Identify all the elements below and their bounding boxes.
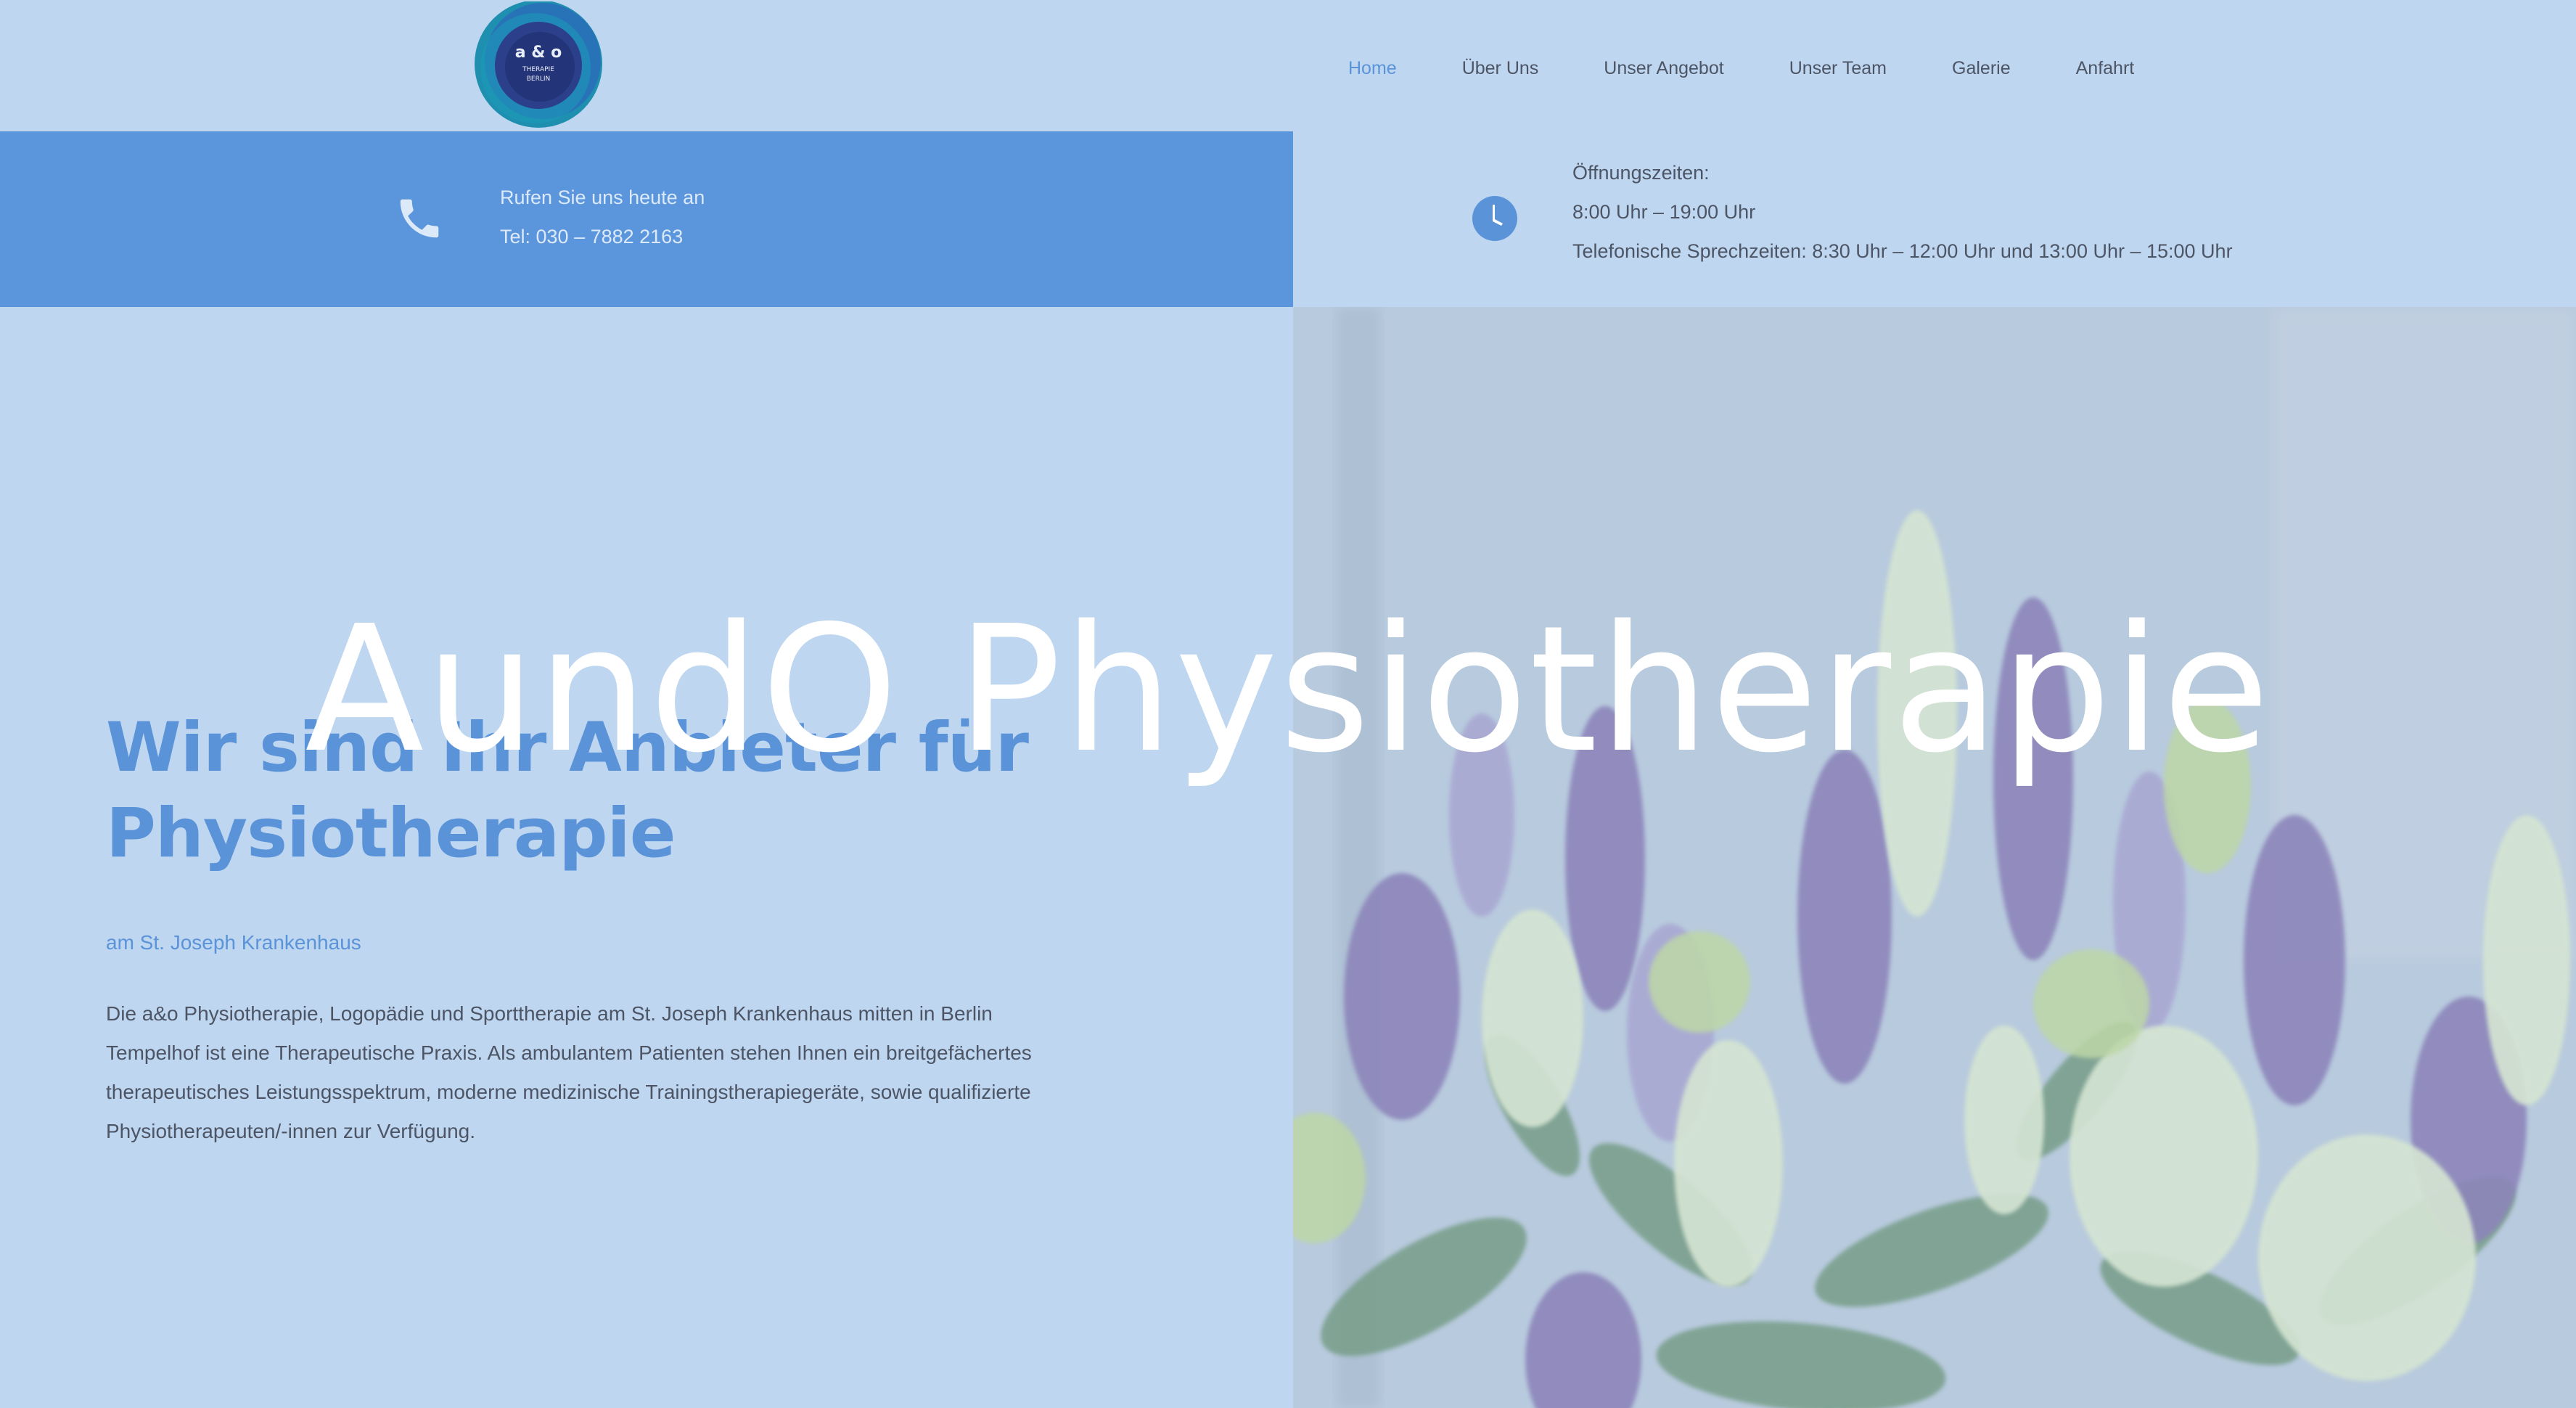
hero-subtitle: am St. Joseph Krankenhaus [106, 931, 361, 954]
flower-photo [1293, 307, 2576, 1408]
hours-title: Öffnungszeiten: [1572, 162, 1710, 184]
logo-subtitle: THERAPIE [522, 66, 554, 73]
brand-logo[interactable]: a & o THERAPIE BERLIN [472, 0, 606, 131]
overlay-site-title: AundO Physiotherapie [305, 588, 2271, 791]
hero-flower-image [1293, 307, 2576, 1408]
nav-item-unser-angebot[interactable]: Unser Angebot [1604, 54, 1723, 78]
logo-title: a & o [515, 44, 562, 62]
contact-heading: Rufen Sie uns heute an [500, 187, 705, 208]
headline-line-2: Physiotherapie [106, 794, 676, 873]
logo-graphic: a & o THERAPIE BERLIN [475, 0, 602, 128]
logo-city: BERLIN [527, 75, 551, 83]
nav-item-galerie[interactable]: Galerie [1952, 54, 2011, 78]
opening-hours-text: Öffnungszeiten: 8:00 Uhr – 19:00 Uhr Tel… [1572, 153, 2233, 271]
site-header: a & o THERAPIE BERLIN Home Über Uns Unse… [0, 0, 2576, 131]
nav-item-ueber-uns[interactable]: Über Uns [1462, 54, 1539, 78]
phone-number-link[interactable]: Tel: 030 – 7882 2163 [500, 217, 705, 256]
main-nav: Home Über Uns Unser Angebot Unser Team G… [1348, 0, 2199, 131]
nav-item-home[interactable]: Home [1348, 54, 1397, 78]
phone-icon [394, 189, 445, 247]
hours-main: 8:00 Uhr – 19:00 Uhr [1572, 201, 1756, 223]
nav-item-unser-team[interactable]: Unser Team [1789, 54, 1887, 78]
hero-intro-text: Die a&o Physiotherapie, Logopädie und Sp… [106, 1002, 1032, 1142]
contact-box: Rufen Sie uns heute an Tel: 030 – 7882 2… [0, 131, 1293, 307]
hours-phone: Telefonische Sprechzeiten: 8:30 Uhr – 12… [1572, 240, 2233, 262]
clock-icon [1471, 195, 1519, 242]
nav-item-anfahrt[interactable]: Anfahrt [2076, 54, 2135, 78]
contact-text: Rufen Sie uns heute an Tel: 030 – 7882 2… [500, 178, 705, 256]
opening-hours-box: Öffnungszeiten: 8:00 Uhr – 19:00 Uhr Tel… [1293, 131, 2576, 307]
